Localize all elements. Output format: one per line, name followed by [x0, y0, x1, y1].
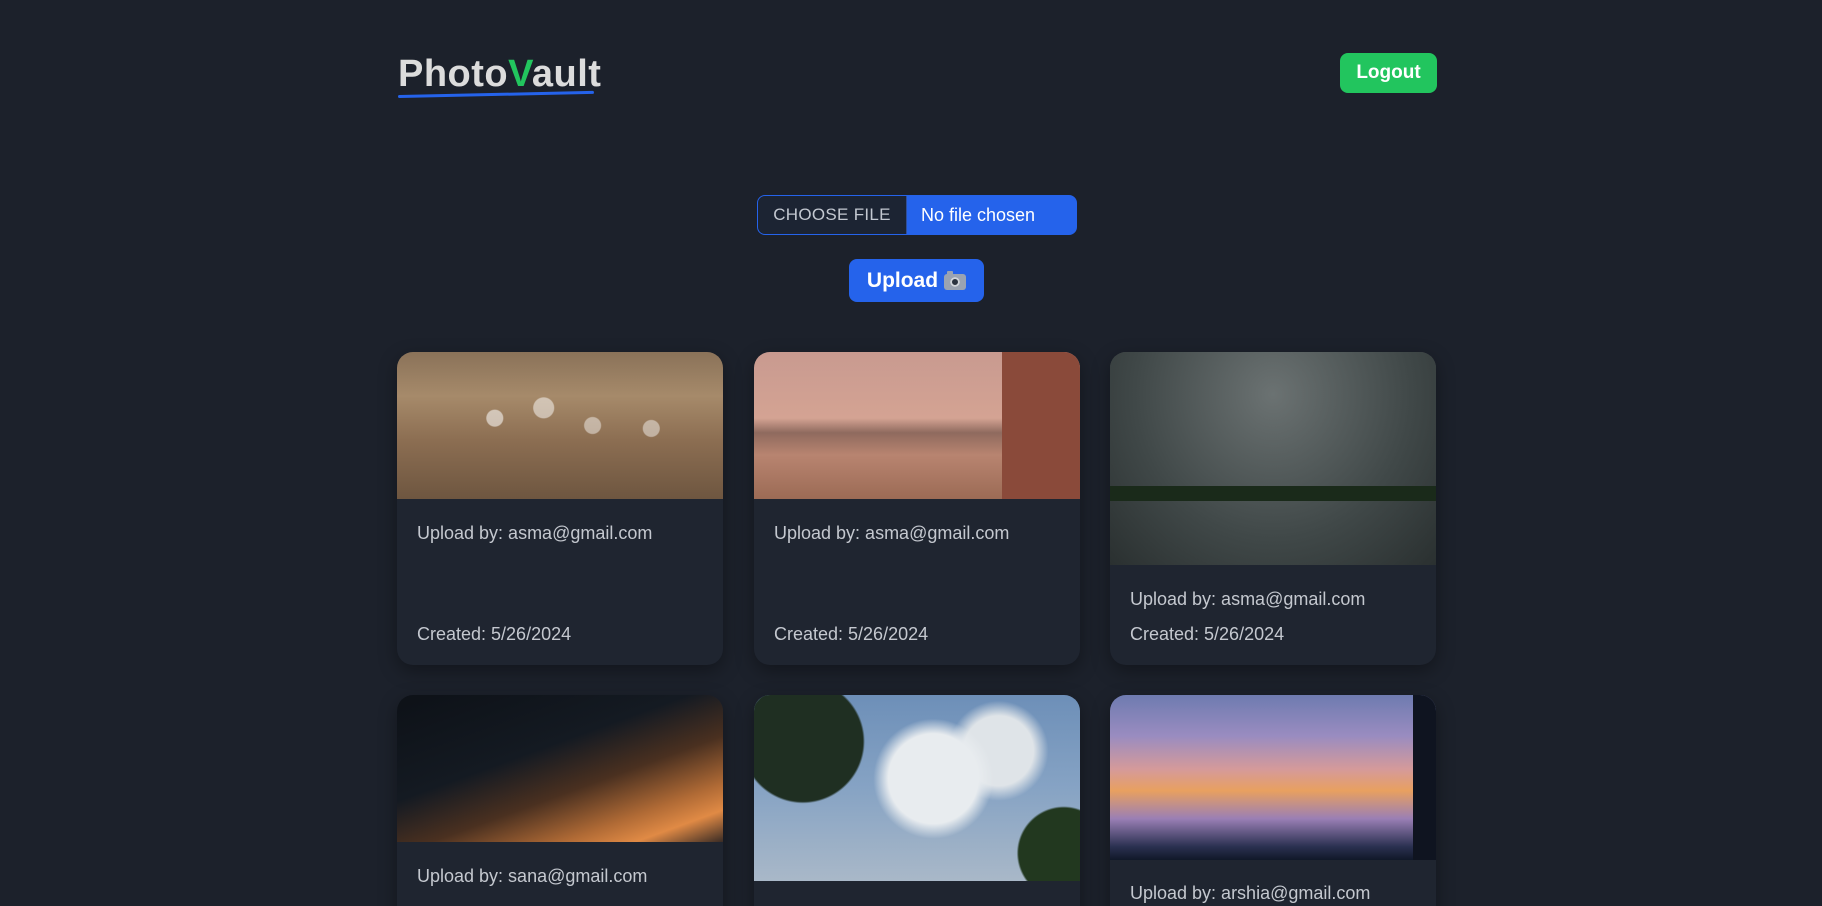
logo-text-ault: ault	[531, 53, 602, 95]
photo-card[interactable]: Upload by: asma@gmail.com Created: 5/26/…	[1110, 352, 1436, 665]
choose-file-button[interactable]: CHOOSE FILE	[758, 196, 907, 234]
logo-text-photo: Photo	[398, 53, 509, 95]
upload-button[interactable]: Upload	[849, 259, 984, 302]
photo-uploaded-by: Upload by: asma@gmail.com	[1130, 589, 1366, 609]
photo-created-date: Created: 5/26/2024	[417, 624, 572, 644]
logo-text-v: V	[508, 53, 532, 95]
logout-button[interactable]: Logout	[1340, 53, 1437, 93]
photo-card[interactable]: Upload by: asma@gmail.com Created: 5/26/…	[754, 352, 1080, 665]
photo-uploaded-by: Upload by: sana@gmail.com	[417, 866, 648, 886]
photo-card[interactable]: Upload by: arshia@gmail.com	[1110, 695, 1436, 906]
photo-uploaded-by: Upload by: asma@gmail.com	[417, 523, 653, 543]
photo-uploaded-by: Upload by: arshia@gmail.com	[1130, 883, 1371, 903]
camera-icon	[944, 270, 967, 290]
photo-image[interactable]	[397, 352, 723, 499]
file-input[interactable]: CHOOSE FILE No file chosen	[757, 195, 1077, 235]
photo-image[interactable]	[1110, 352, 1436, 565]
photo-image[interactable]	[754, 352, 1080, 499]
photo-card[interactable]: Upload by: sana@gmail.com	[397, 695, 723, 906]
photo-card[interactable]	[754, 695, 1080, 906]
photo-image[interactable]	[754, 695, 1080, 881]
photo-created-date: Created: 5/26/2024	[1130, 624, 1285, 644]
photo-created-date: Created: 5/26/2024	[774, 624, 929, 644]
file-status-text: No file chosen	[921, 204, 1036, 225]
photo-image[interactable]	[397, 695, 723, 842]
photo-vault-page: PhotoVault Logout CHOOSE FILE No file ch…	[0, 0, 1822, 906]
photo-image[interactable]	[1110, 695, 1436, 860]
photo-card[interactable]: Upload by: asma@gmail.com Created: 5/26/…	[397, 352, 723, 665]
upload-label: Upload	[866, 268, 939, 292]
photo-uploaded-by: Upload by: asma@gmail.com	[774, 523, 1010, 543]
